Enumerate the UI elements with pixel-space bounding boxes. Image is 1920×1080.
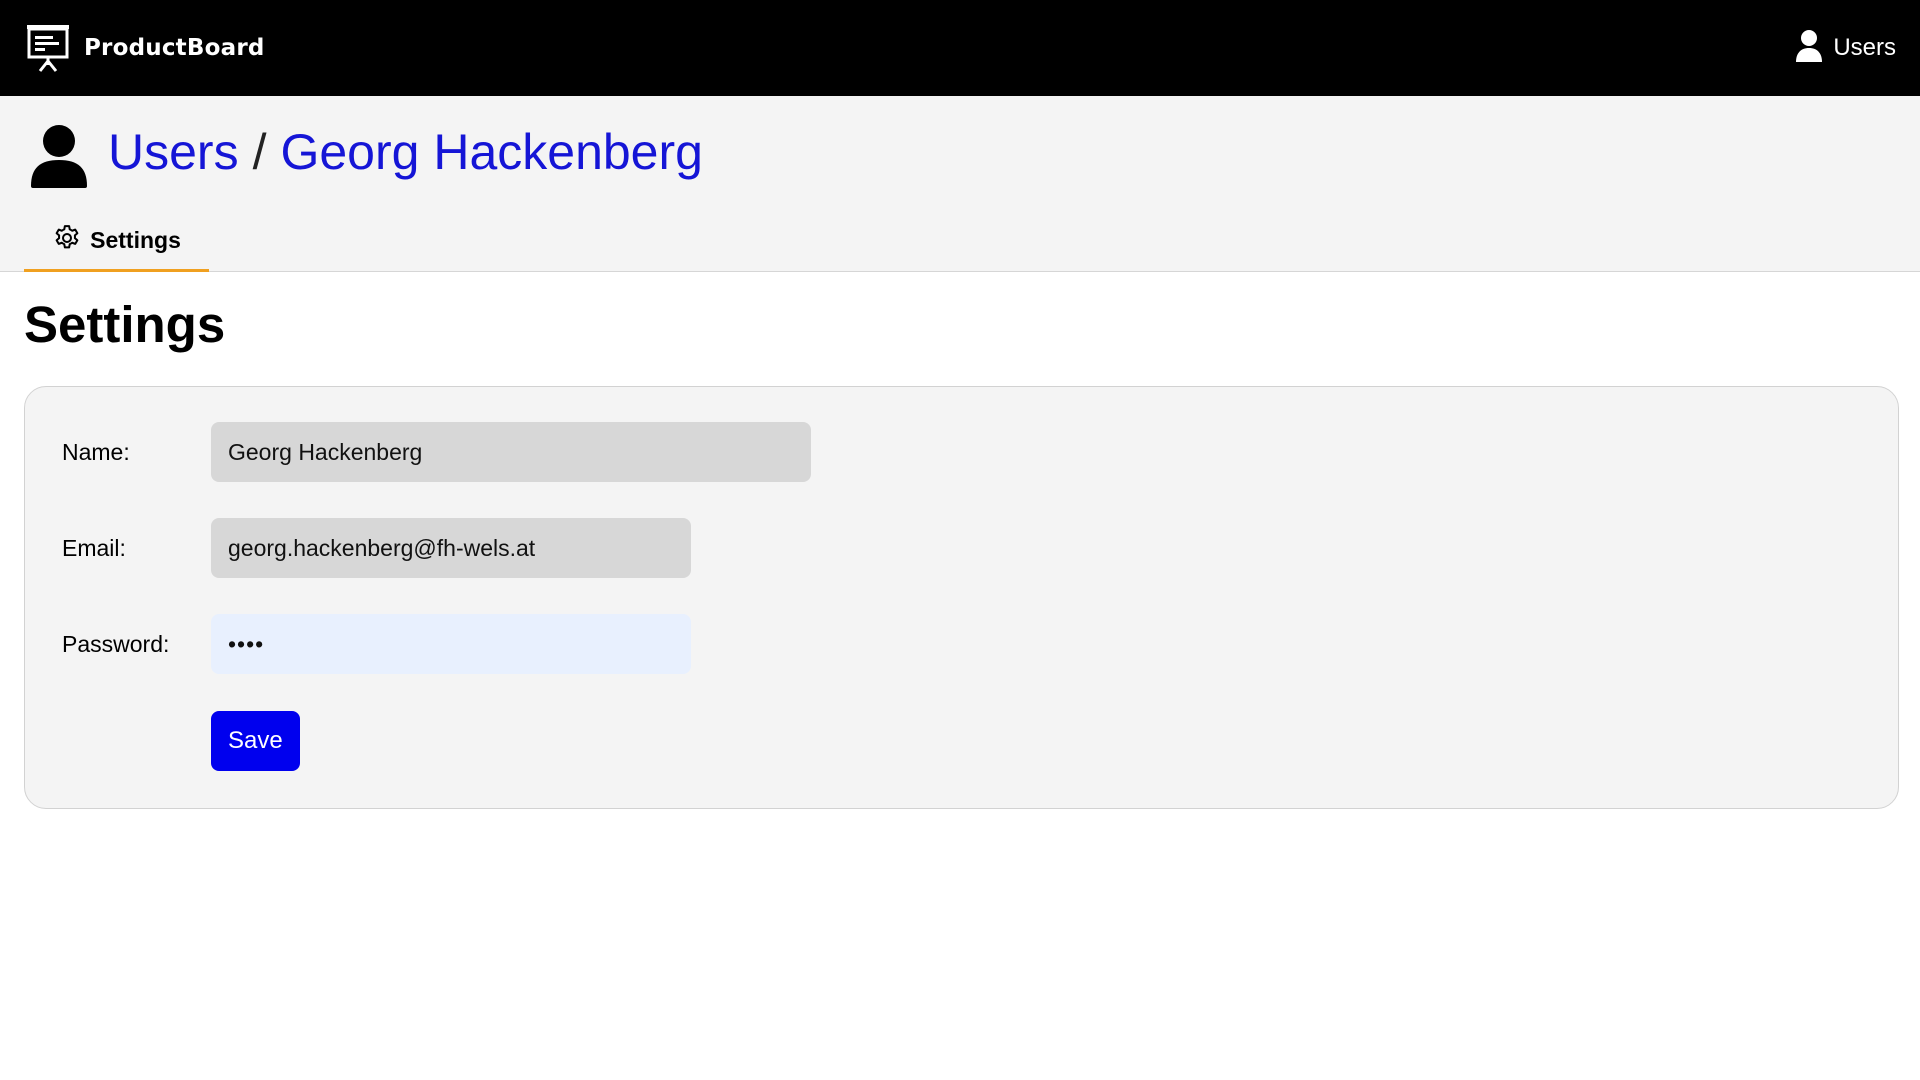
save-button[interactable]: Save	[211, 711, 300, 771]
name-label: Name:	[62, 438, 130, 465]
password-row: Password:	[62, 614, 691, 674]
email-field[interactable]	[211, 518, 691, 578]
brand-link[interactable]: ProductBoard	[24, 23, 265, 73]
nav-users-link[interactable]: Users	[1795, 29, 1896, 67]
name-field[interactable]	[211, 422, 811, 482]
name-row: Name:	[62, 422, 811, 482]
password-field[interactable]	[211, 614, 691, 674]
breadcrumb-current-user-link[interactable]: Georg Hackenberg	[280, 124, 702, 180]
user-icon	[30, 124, 88, 193]
page-header: Users / Georg Hackenberg Settings	[0, 96, 1920, 272]
nav-users-label: Users	[1833, 34, 1896, 61]
page-title: Settings	[24, 296, 226, 353]
email-label: Email:	[62, 534, 126, 561]
brand-name: ProductBoard	[84, 35, 265, 61]
breadcrumb: Users / Georg Hackenberg	[108, 122, 703, 182]
gear-icon	[52, 223, 82, 258]
settings-form: Name: Email: Password: Save	[24, 386, 1899, 809]
breadcrumb-users-link[interactable]: Users	[108, 124, 239, 180]
password-label: Password:	[62, 630, 170, 657]
email-row: Email:	[62, 518, 691, 578]
top-nav-bar: ProductBoard Users	[0, 0, 1920, 96]
presentation-board-icon	[24, 23, 72, 73]
tab-settings-label: Settings	[90, 227, 181, 253]
tab-settings[interactable]: Settings	[24, 212, 209, 272]
user-icon	[1795, 29, 1823, 68]
breadcrumb-separator: /	[252, 124, 267, 180]
